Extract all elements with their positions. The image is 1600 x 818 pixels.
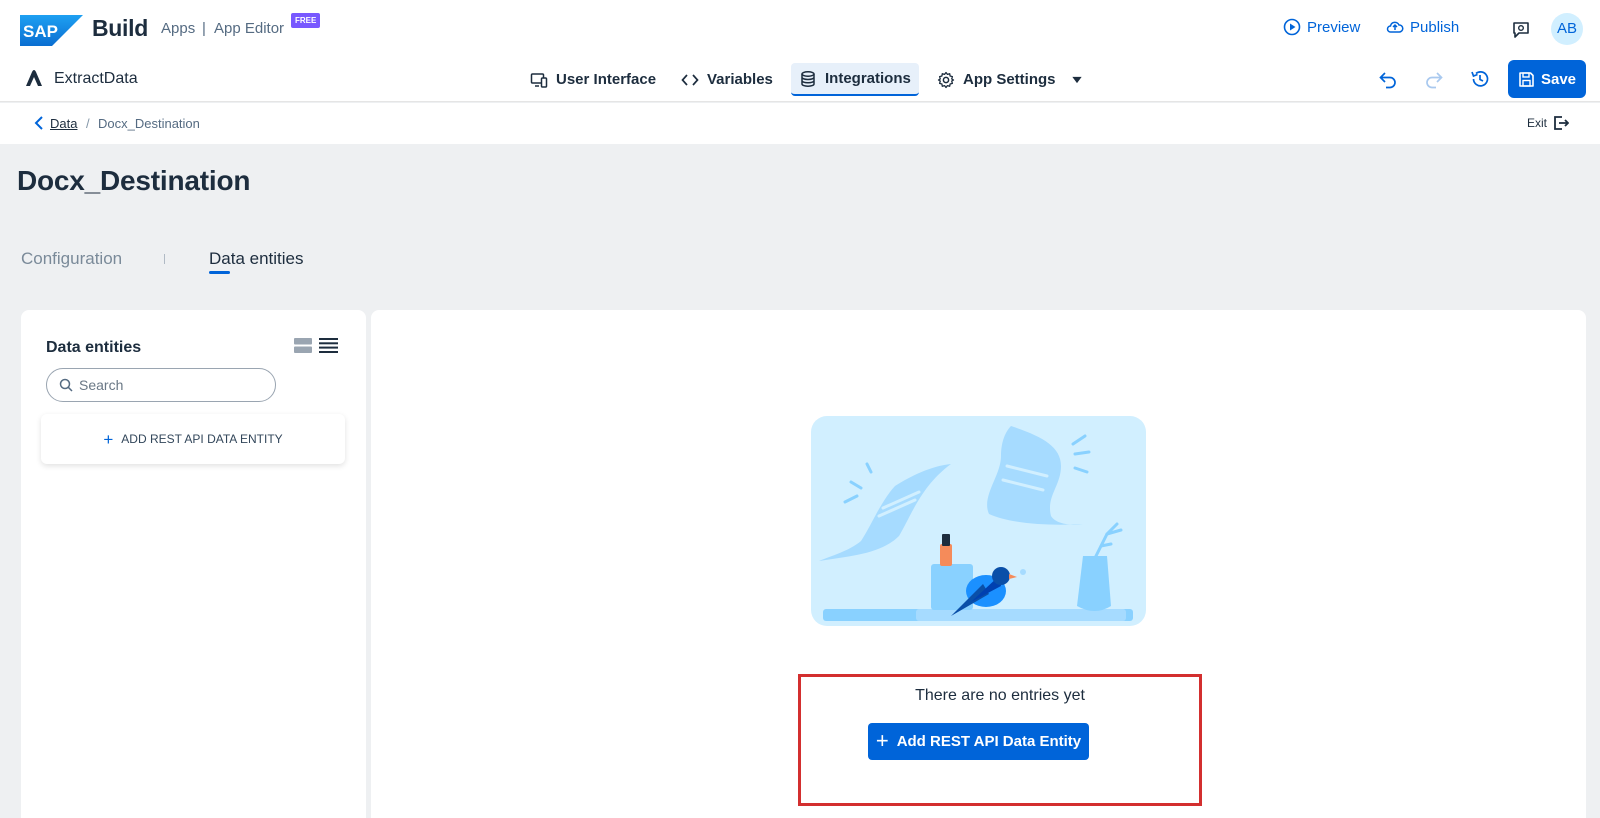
tab-integrations[interactable]: Integrations — [791, 63, 919, 96]
device-icon — [530, 72, 548, 88]
breadcrumb-data-link[interactable]: Data — [50, 116, 77, 131]
tab-data-entities[interactable]: Data entities — [209, 249, 304, 269]
publish-label: Publish — [1410, 18, 1460, 36]
breadcrumb: Data / Docx_Destination Exit — [0, 103, 1600, 144]
free-badge: FREE — [291, 13, 321, 28]
history-icon[interactable] — [1469, 68, 1491, 90]
plus-icon: + — [875, 727, 889, 753]
empty-state-message: There are no entries yet — [915, 687, 1085, 704]
brand-build: Build — [92, 15, 148, 41]
active-tab-indicator — [209, 271, 230, 274]
tab-divider — [164, 254, 165, 264]
search-input[interactable] — [79, 377, 259, 393]
feedback-icon[interactable] — [1510, 19, 1532, 41]
database-icon — [801, 70, 815, 87]
app-logo-icon — [26, 70, 42, 86]
save-icon — [1519, 71, 1534, 87]
user-avatar[interactable]: AB — [1551, 13, 1583, 45]
preview-button[interactable]: Preview — [1283, 18, 1360, 36]
brand-apps-link[interactable]: Apps — [161, 20, 195, 37]
caret-down-icon[interactable] — [1070, 73, 1084, 87]
tab-user-interface[interactable]: User Interface — [522, 63, 664, 96]
undo-icon[interactable] — [1377, 68, 1399, 90]
brand-app-editor: App Editor — [214, 20, 285, 37]
shell-bar: SAP Build Apps | App Editor FREE Preview… — [0, 0, 1600, 52]
search-field[interactable] — [46, 368, 276, 402]
plus-icon: + — [103, 429, 114, 449]
exit-label: Exit — [1527, 116, 1548, 130]
exit-icon — [1554, 116, 1570, 130]
tab-integrations-label: Integrations — [825, 70, 911, 87]
tab-app-settings-label: App Settings — [963, 71, 1056, 88]
tab-configuration[interactable]: Configuration — [21, 249, 122, 269]
save-label: Save — [1540, 70, 1577, 88]
app-name: ExtractData — [54, 70, 138, 87]
list-view-icon[interactable] — [319, 338, 338, 353]
sap-logo-text: SAP — [23, 22, 58, 41]
chevron-left-icon[interactable] — [34, 116, 44, 130]
play-circle-icon — [1283, 18, 1301, 36]
tab-user-interface-label: User Interface — [556, 71, 657, 88]
add-rest-api-entity-button[interactable]: + Add REST API Data Entity — [868, 723, 1089, 760]
breadcrumb-current: Docx_Destination — [98, 116, 200, 131]
empty-state-illustration — [811, 416, 1146, 626]
save-button[interactable]: Save — [1508, 60, 1586, 98]
publish-button[interactable]: Publish — [1386, 18, 1459, 36]
add-rest-api-entity-card-label: ADD REST API DATA ENTITY — [121, 432, 283, 446]
tile-view-icon[interactable] — [294, 338, 312, 353]
sap-logo: SAP — [20, 15, 83, 46]
gear-icon — [937, 71, 955, 88]
tab-variables[interactable]: Variables — [673, 63, 781, 96]
panel-title: Data entities — [46, 339, 142, 356]
tab-app-settings[interactable]: App Settings — [929, 63, 1092, 96]
add-rest-api-entity-card[interactable]: + ADD REST API DATA ENTITY — [41, 414, 345, 464]
redo-icon[interactable] — [1423, 68, 1445, 90]
tab-variables-label: Variables — [707, 71, 773, 88]
page-title: Docx_Destination — [17, 165, 251, 196]
breadcrumb-separator: / — [86, 116, 90, 131]
data-entities-panel: Data entities + ADD REST API DATA ENTITY — [21, 310, 366, 818]
code-icon — [681, 73, 699, 86]
app-toolbar: ExtractData User Interface Variables Int… — [0, 52, 1600, 102]
exit-button[interactable]: Exit — [1527, 115, 1570, 131]
brand-separator: | — [202, 20, 206, 37]
add-rest-api-entity-button-label: Add REST API Data Entity — [896, 733, 1082, 750]
search-icon — [59, 378, 73, 392]
cloud-upload-icon — [1386, 21, 1404, 33]
preview-label: Preview — [1307, 18, 1361, 36]
